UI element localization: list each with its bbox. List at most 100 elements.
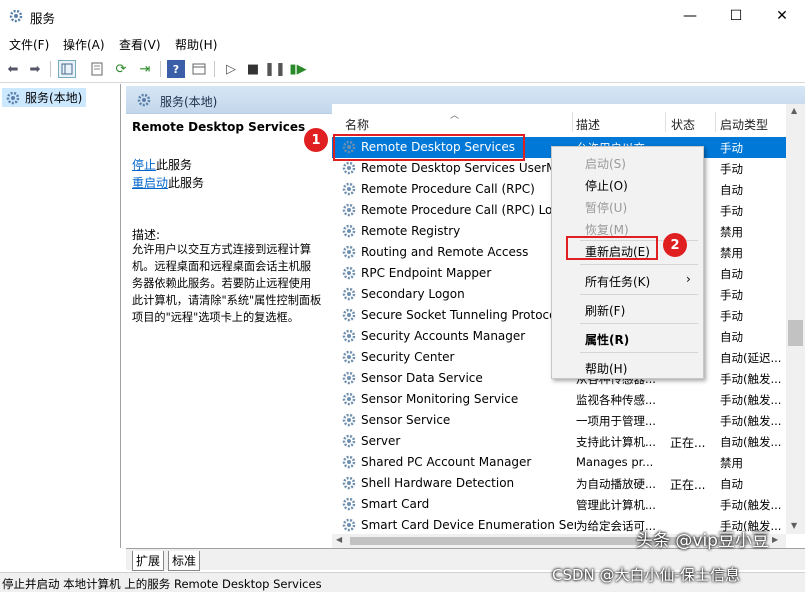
maximize-button[interactable]: ☐ [713,0,759,32]
properties-sheet-icon[interactable] [88,60,106,78]
service-description: 支持此计算机... [576,435,656,449]
service-detail-title: Remote Desktop Services [132,120,306,134]
service-name: Remote Procedure Call (RPC) [361,182,535,196]
menu-item-refresh[interactable]: 刷新(F) [585,302,625,319]
tree-item-services-local[interactable]: 服务(本地) [2,88,86,107]
scroll-right-icon[interactable]: ▶ [772,535,778,544]
service-gear-icon [341,307,357,323]
vertical-scroll-thumb[interactable] [788,320,803,346]
stop-service-icon[interactable]: ■ [244,60,262,78]
menu-help[interactable]: 帮助(H) [175,36,217,53]
start-service-icon[interactable]: ▷ [222,60,240,78]
service-gear-icon [341,265,357,281]
services-gear-icon [9,9,23,23]
service-gear-icon [341,517,357,533]
service-startup-type: 自动 [720,267,743,281]
service-gear-icon [341,433,357,449]
menu-file[interactable]: 文件(F) [9,36,49,53]
service-row[interactable]: Server 支持此计算机... 正在... 自动(触发... [332,431,786,452]
highlight-box-restart [566,236,658,260]
service-startup-type: 手动 [720,288,743,302]
watermark-line1: 头条 @vip豆小豆 [636,531,769,551]
service-startup-type: 自动 [720,330,743,344]
show-hide-action-pane-icon[interactable] [190,60,208,78]
menu-item-all-tasks[interactable]: 所有任务(K) [585,273,650,290]
service-description: 监视各种传感... [576,393,656,407]
service-status: 正在... [670,436,706,450]
toolbar: ⬅ ➡ ⟳ ⇥ ? ▷ ■ ❚❚ ▮▶ [0,55,805,83]
pause-service-icon[interactable]: ❚❚ [264,60,286,78]
vertical-scrollbar[interactable]: ▲ ▼ [786,104,805,534]
service-row[interactable]: Sensor Monitoring Service 监视各种传感... 手动(触发.… [332,389,786,410]
scroll-left-icon[interactable]: ◀ [336,535,342,544]
service-description: 一项用于管理... [576,414,656,428]
description-text: 允许用户以交互方式连接到远程计算 机。远程桌面和远程桌面会话主机服 务器依赖此服… [132,243,322,324]
service-gear-icon [341,202,357,218]
menu-bar: 文件(F) 操作(A) 查看(V) 帮助(H) [0,33,805,55]
export-list-icon[interactable]: ⇥ [136,60,154,78]
service-gear-icon [341,412,357,428]
service-gear-icon [341,370,357,386]
minimize-button[interactable]: — [667,0,713,32]
menu-action[interactable]: 操作(A) [63,36,105,53]
service-startup-type: 手动(触发... [720,372,782,386]
help-icon[interactable]: ? [167,60,185,78]
menu-item-start[interactable]: 启动(S) [585,155,626,172]
column-header-name[interactable]: 名称 [345,116,369,133]
service-gear-icon [341,475,357,491]
service-row[interactable]: Smart Card 管理此计算机... 手动(触发... [332,494,786,515]
back-icon[interactable]: ⬅ [4,60,22,78]
close-button[interactable]: ✕ [759,0,805,32]
service-name: Sensor Service [361,413,451,427]
service-detail-panel: Remote Desktop Services 停止此服务 重启动此服务 描述:… [126,114,332,548]
service-name: Shell Hardware Detection [361,476,515,490]
tab-standard[interactable]: 标准 [168,551,201,571]
service-description: 管理此计算机... [576,498,656,512]
column-header-status[interactable]: 状态 [671,116,695,133]
services-gear-icon [6,91,20,104]
scroll-up-icon[interactable]: ▲ [791,106,797,115]
column-header-startup-type[interactable]: 启动类型 [720,116,768,133]
console-tree-icon[interactable] [58,60,76,78]
tab-extended[interactable]: 扩展 [132,551,165,571]
restart-service-icon[interactable]: ▮▶ [289,60,307,78]
service-status: 正在... [670,478,706,492]
menu-item-properties[interactable]: 属性(R) [585,331,629,348]
service-gear-icon [341,496,357,512]
restart-service-link[interactable]: 重启动 [132,176,168,190]
service-name: Sensor Monitoring Service [361,392,519,406]
service-name: Remote Registry [361,224,461,238]
service-name: Secondary Logon [361,287,465,301]
refresh-icon[interactable]: ⟳ [112,60,130,78]
forward-icon[interactable]: ➡ [26,60,44,78]
service-description: Manages pr... [576,455,654,469]
stop-service-link[interactable]: 停止 [132,158,156,172]
service-gear-icon [341,349,357,365]
title-bar: 服务 — ☐ ✕ [0,0,805,32]
menu-item-stop[interactable]: 停止(O) [585,177,628,194]
service-name: Remote Desktop Services UserMode Port Re… [361,161,576,175]
main-header-title: 服务(本地) [160,95,218,109]
column-header-description[interactable]: 描述 [576,116,600,133]
highlight-box-service [333,134,525,161]
service-name: RPC Endpoint Mapper [361,266,492,280]
service-name: Sensor Data Service [361,371,483,385]
console-tree: 服务(本地) [0,84,121,548]
service-name: Shared PC Account Manager [361,455,532,469]
service-row[interactable]: Sensor Service 一项用于管理... 手动(触发... [332,410,786,431]
service-startup-type: 禁用 [720,225,743,239]
service-startup-type: 禁用 [720,246,743,260]
service-row[interactable]: Shared PC Account Manager Manages pr... 禁用 [332,452,786,473]
services-gear-icon [137,93,151,107]
service-gear-icon [341,244,357,260]
menu-item-pause[interactable]: 暂停(U) [585,199,627,216]
service-startup-type: 手动 [720,309,743,323]
service-name: Security Center [361,350,455,364]
service-row[interactable]: Shell Hardware Detection 为自动播放硬... 正在... 自动 [332,473,786,494]
menu-item-help[interactable]: 帮助(H) [585,360,627,377]
menu-view[interactable]: 查看(V) [119,36,161,53]
service-name: Routing and Remote Access [361,245,529,259]
tree-item-label: 服务(本地) [25,91,83,105]
service-startup-type: 手动(触发... [720,498,782,512]
scroll-down-icon[interactable]: ▼ [791,521,797,530]
